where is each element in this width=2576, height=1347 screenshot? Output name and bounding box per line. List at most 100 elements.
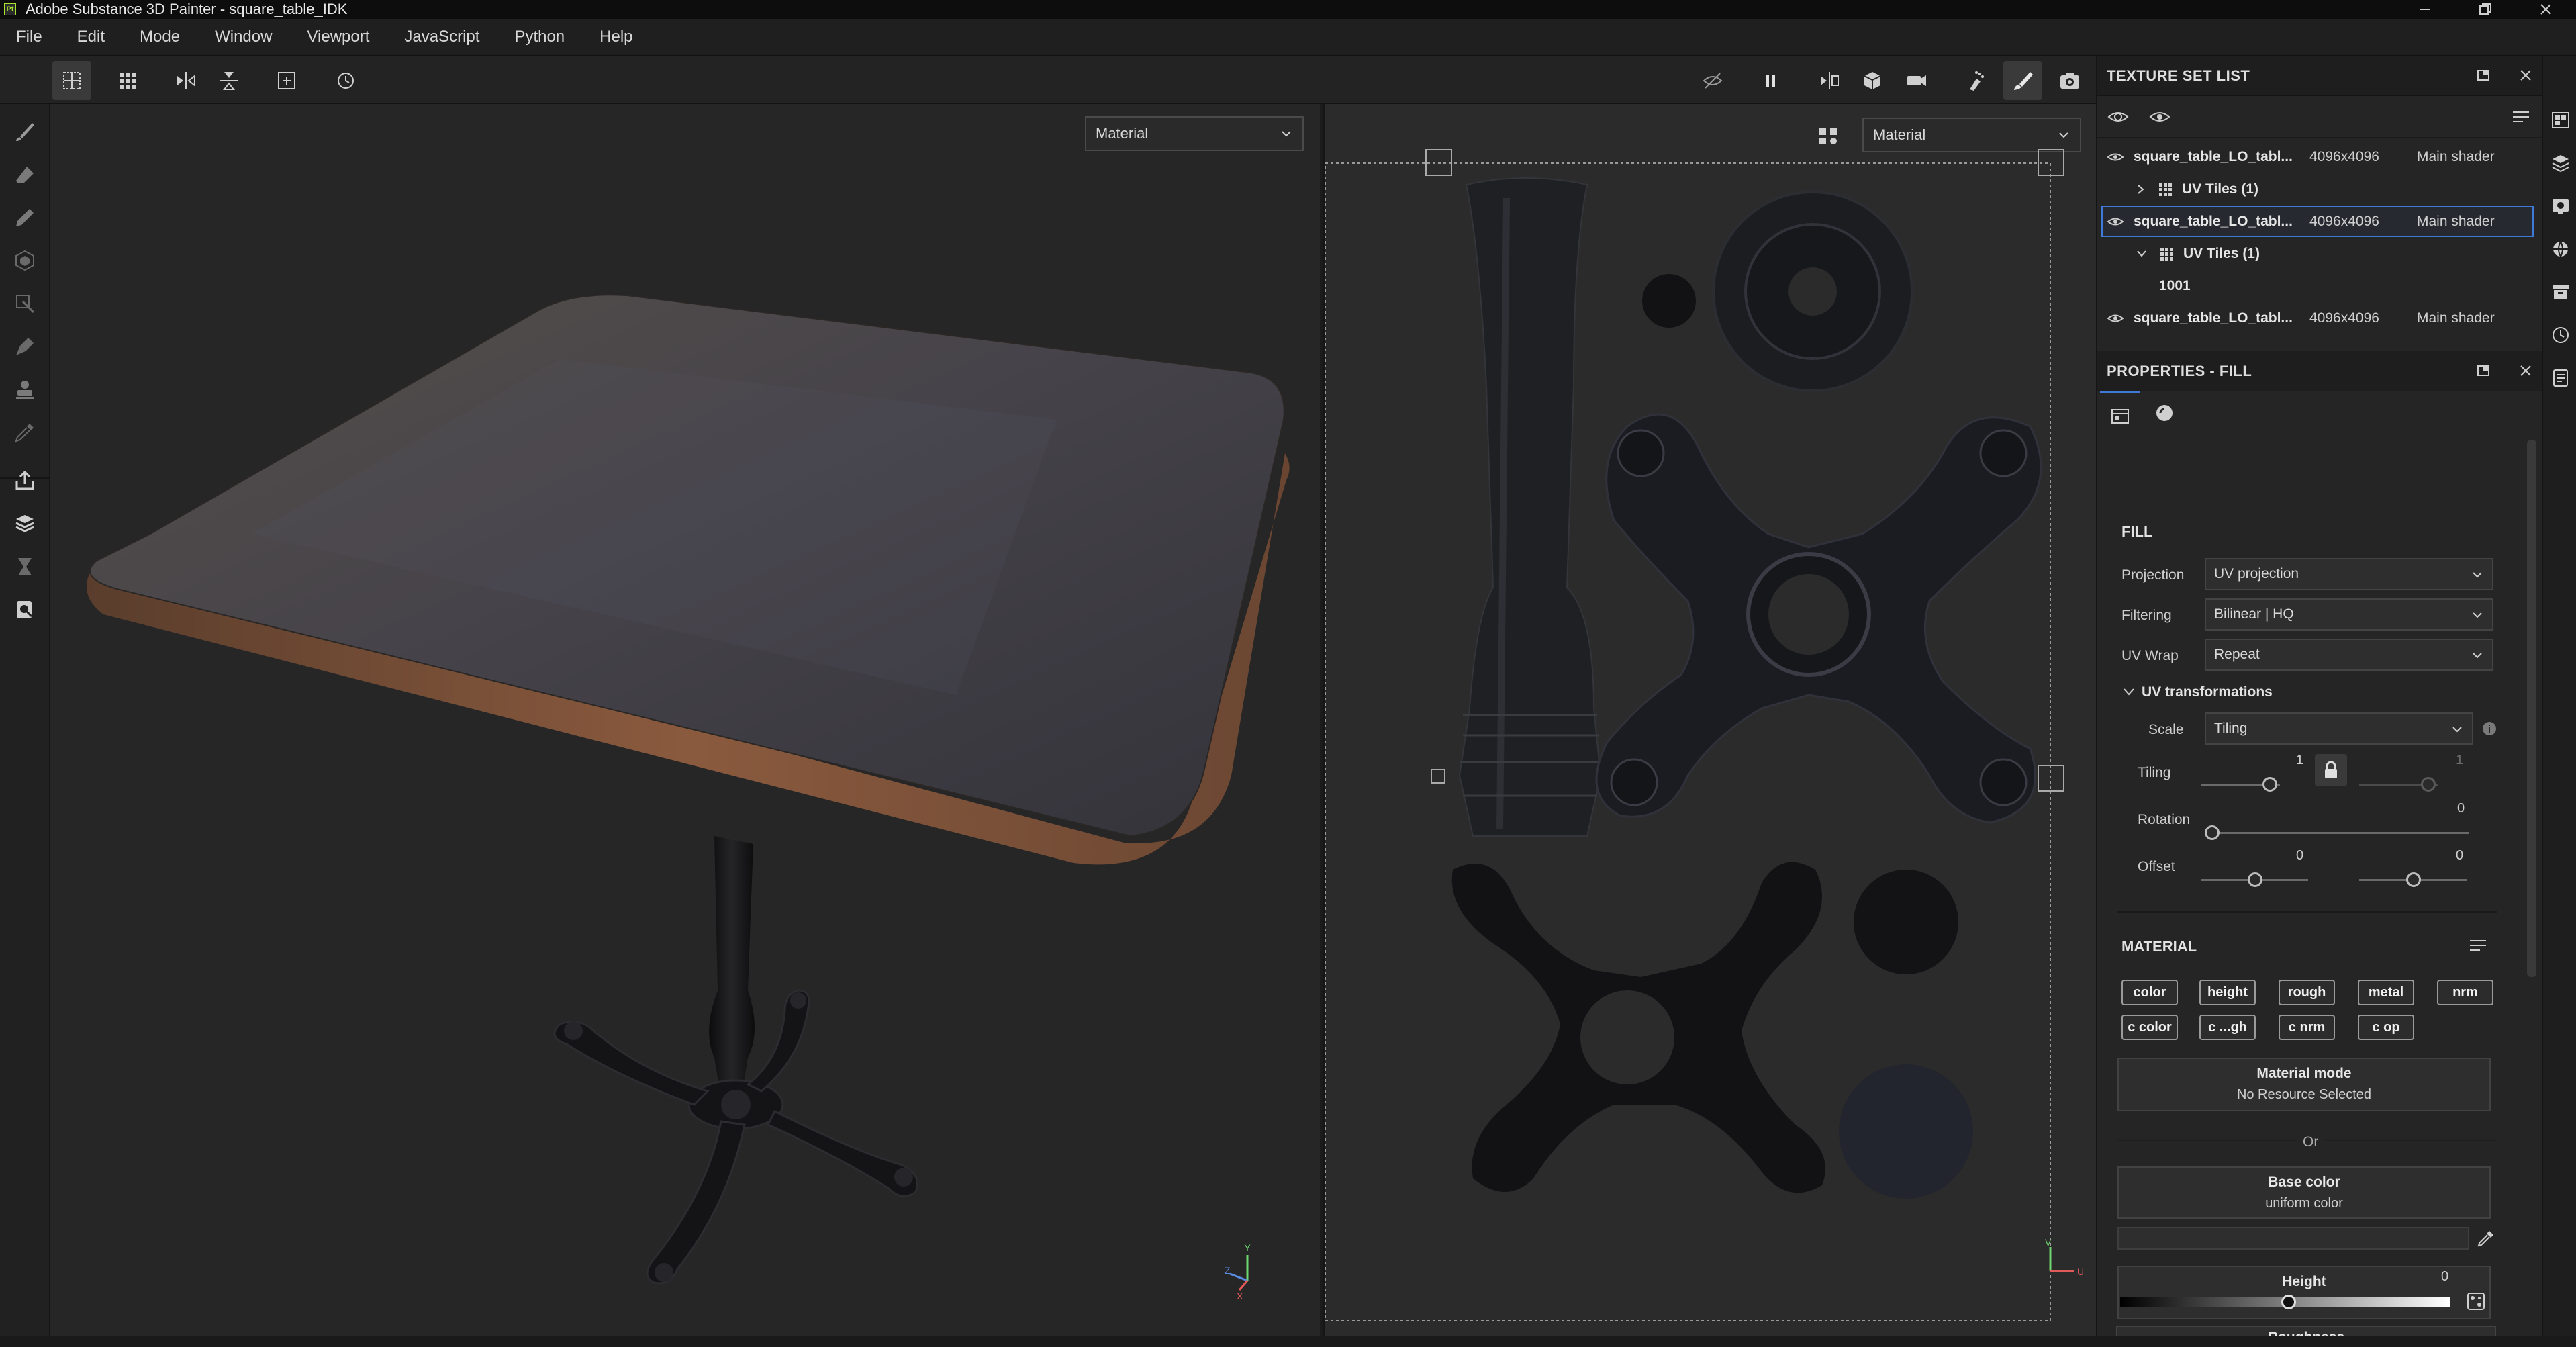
chevron-down-icon[interactable] <box>2135 248 2148 260</box>
history-button[interactable] <box>326 61 365 100</box>
hide-ui-button[interactable] <box>1693 61 1732 100</box>
uv-transformations-title[interactable]: UV transformations <box>2142 684 2273 700</box>
channel-c-nrm-button[interactable]: c nrm <box>2279 1015 2335 1040</box>
material-mode-slot[interactable]: Material mode No Resource Selected <box>2117 1058 2491 1111</box>
roughness-slot[interactable]: Roughness <box>2116 1326 2496 1336</box>
tiling-v-slider[interactable] <box>2421 777 2436 792</box>
viewport-2d[interactable]: Material V U <box>1323 104 2096 1336</box>
list-options-icon[interactable] <box>2511 108 2531 126</box>
material-options-icon[interactable] <box>2468 937 2488 954</box>
menu-window[interactable]: Window <box>215 28 272 46</box>
channel-rough-button[interactable]: rough <box>2279 980 2335 1005</box>
menu-python[interactable]: Python <box>514 28 565 46</box>
projection-tool[interactable] <box>9 202 40 233</box>
properties-scrollbar[interactable] <box>2527 440 2536 977</box>
anchor-tool[interactable] <box>9 551 40 582</box>
chevron-down-icon[interactable] <box>2121 686 2136 699</box>
visibility-settings-icon[interactable] <box>2107 107 2130 127</box>
chevron-right-icon[interactable] <box>2135 183 2147 196</box>
bake-tool[interactable] <box>9 508 40 539</box>
channel-color-button[interactable]: color <box>2121 980 2178 1005</box>
tiling-u-slider[interactable] <box>2262 777 2277 792</box>
pause-button[interactable] <box>1751 61 1790 100</box>
uv-layout-canvas[interactable] <box>1325 104 2096 1336</box>
texture-set-row[interactable]: square_table_LO_tabl... 4096x4096 Main s… <box>2101 303 2534 334</box>
offset-v-slider[interactable] <box>2406 872 2421 887</box>
tiling-button[interactable] <box>109 61 148 100</box>
filtering-select[interactable]: Bilinear | HQ <box>2205 598 2493 631</box>
smudge-tool[interactable] <box>9 288 40 319</box>
viewport-3d[interactable]: Material Y Z X <box>50 104 1320 1336</box>
menu-edit[interactable]: Edit <box>77 28 105 46</box>
menu-mode[interactable]: Mode <box>140 28 180 46</box>
tiling-lock-button[interactable] <box>2315 754 2347 786</box>
camera-mode-button[interactable] <box>1897 61 1936 100</box>
close-icon[interactable] <box>2517 66 2534 84</box>
eye-icon[interactable] <box>2107 150 2124 164</box>
base-color-slot[interactable]: Base color uniform color <box>2117 1166 2491 1219</box>
color-picker-tool[interactable] <box>9 417 40 448</box>
uv-tiles-row[interactable]: UV Tiles (1) <box>2101 174 2534 205</box>
uv-tile-item[interactable]: 1001 <box>2101 271 2534 301</box>
menu-file[interactable]: File <box>16 28 42 46</box>
random-seed-icon[interactable] <box>2465 1291 2487 1312</box>
uv-tiles-row[interactable]: UV Tiles (1) <box>2101 238 2534 269</box>
physics-button[interactable] <box>1955 61 1994 100</box>
paint-mode-button[interactable] <box>2003 61 2042 100</box>
menu-javascript[interactable]: JavaScript <box>404 28 479 46</box>
tab-material-sphere[interactable] <box>2144 391 2185 438</box>
undock-icon[interactable] <box>2475 66 2493 84</box>
texture-set-settings-button[interactable] <box>2548 280 2573 304</box>
eyedropper-icon[interactable] <box>2476 1228 2496 1248</box>
eye-icon[interactable] <box>2107 312 2124 325</box>
info-icon[interactable] <box>2481 721 2497 737</box>
paint-tool[interactable] <box>9 116 40 147</box>
channel-c-color-button[interactable]: c color <box>2121 1015 2178 1040</box>
history-panel-button[interactable] <box>2548 323 2573 347</box>
shader-settings-button[interactable] <box>2548 237 2573 261</box>
selection-tool[interactable] <box>9 374 40 405</box>
display-settings-button[interactable] <box>2548 194 2573 218</box>
channel-c-op-button[interactable]: c op <box>2358 1015 2414 1040</box>
channel-height-button[interactable]: height <box>2199 980 2256 1005</box>
texture-set-shader[interactable]: Main shader <box>2417 310 2495 326</box>
eye-icon[interactable] <box>2148 107 2171 127</box>
symmetry-grid-button[interactable] <box>52 61 91 100</box>
close-window-button[interactable] <box>2516 0 2576 19</box>
rotation-track[interactable] <box>2211 832 2469 834</box>
tab-fill-settings[interactable] <box>2100 391 2140 438</box>
minimize-button[interactable] <box>2395 0 2455 19</box>
rotation-slider[interactable] <box>2205 825 2220 840</box>
display-mode-button[interactable] <box>1853 61 1892 100</box>
clone-tool[interactable] <box>9 331 40 362</box>
scripts-tool[interactable] <box>9 594 40 625</box>
eraser-tool[interactable] <box>9 159 40 190</box>
undock-icon[interactable] <box>2475 362 2493 379</box>
add-snapshot-button[interactable] <box>267 61 306 100</box>
scale-select[interactable]: Tiling <box>2205 712 2473 745</box>
channel-nrm-button[interactable]: nrm <box>2437 980 2493 1005</box>
menu-help[interactable]: Help <box>600 28 632 46</box>
export-tool[interactable] <box>9 465 40 496</box>
mirror-y-button[interactable] <box>209 61 248 100</box>
split-view-button[interactable] <box>1810 61 1849 100</box>
eye-icon[interactable] <box>2107 215 2124 228</box>
projection-select[interactable]: UV projection <box>2205 558 2493 590</box>
layers-panel-button[interactable] <box>2548 151 2573 175</box>
texture-set-row-selected[interactable]: square_table_LO_tabl... 4096x4096 Main s… <box>2101 206 2534 237</box>
log-panel-button[interactable] <box>2548 366 2573 390</box>
restore-button[interactable] <box>2455 0 2516 19</box>
shelf-panel-button[interactable] <box>2548 108 2573 132</box>
screenshot-button[interactable] <box>2050 61 2089 100</box>
texture-set-shader[interactable]: Main shader <box>2417 149 2495 165</box>
offset-u-slider[interactable] <box>2248 872 2262 887</box>
base-color-swatch[interactable] <box>2117 1227 2469 1250</box>
close-icon[interactable] <box>2517 362 2534 379</box>
channel-metal-button[interactable]: metal <box>2358 980 2414 1005</box>
channel-c-gh-button[interactable]: c ...gh <box>2199 1015 2256 1040</box>
polygon-fill-tool[interactable] <box>9 245 40 276</box>
height-slider[interactable] <box>2281 1295 2296 1309</box>
menu-viewport[interactable]: Viewport <box>307 28 369 46</box>
table-3d-model[interactable] <box>50 104 1320 1336</box>
texture-set-shader[interactable]: Main shader <box>2417 214 2495 230</box>
